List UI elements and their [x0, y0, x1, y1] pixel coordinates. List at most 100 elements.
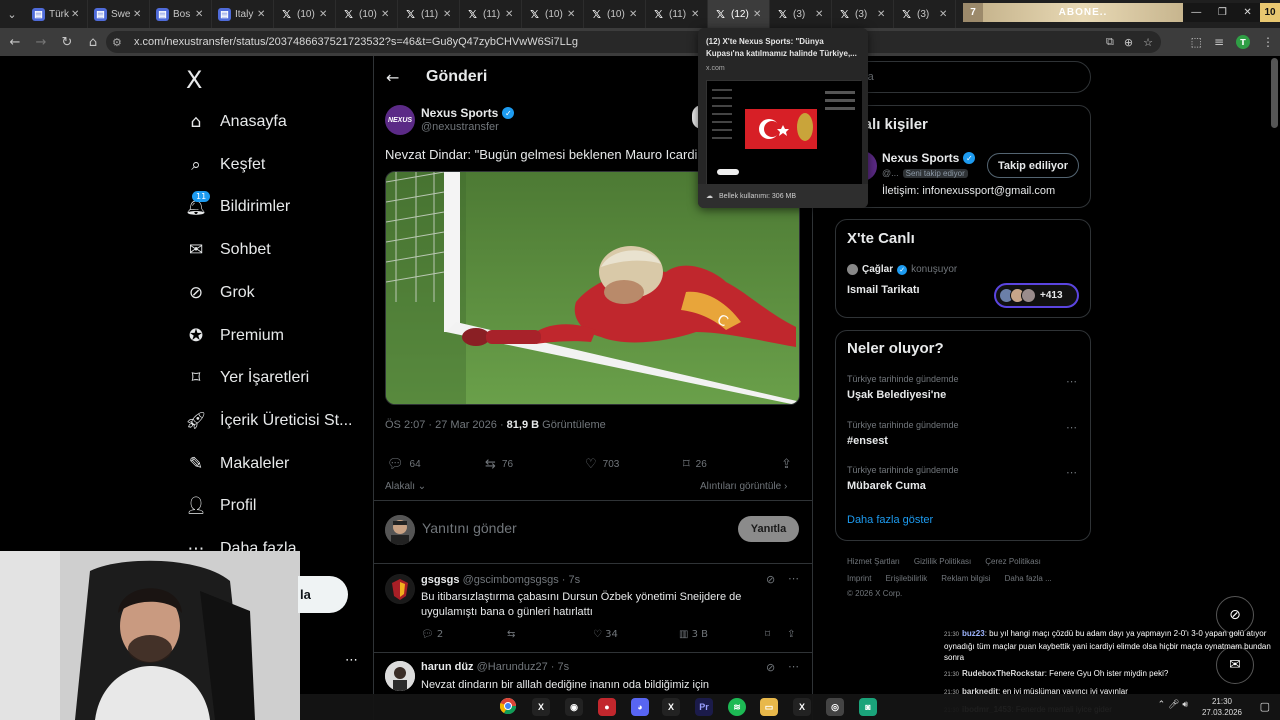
more-options-icon[interactable]: ⋯	[1066, 466, 1077, 479]
reply-input[interactable]: Yanıtını gönder	[422, 520, 517, 536]
close-tab-icon[interactable]: ✕	[319, 9, 331, 20]
browser-tab[interactable]: 𝕏 (11) ✕	[646, 0, 708, 28]
restore-icon[interactable]: ❐	[1218, 7, 1227, 18]
browser-tab[interactable]: ▤ Bos ✕	[150, 0, 212, 28]
premiere-icon[interactable]: Pr	[695, 698, 713, 716]
browser-tab[interactable]: 𝕏 (3) ✕	[770, 0, 832, 28]
close-window-icon[interactable]: ✕	[1243, 7, 1251, 18]
trend-name[interactable]: #ensest	[847, 435, 888, 447]
browser-tab[interactable]: 𝕏 (10) ✕	[584, 0, 646, 28]
browser-tab[interactable]: 𝕏 (12) ✕	[708, 0, 770, 28]
browser-tab[interactable]: ▤ İtaly ✕	[212, 0, 274, 28]
browser-tab[interactable]: 𝕏 (10) ✕	[336, 0, 398, 28]
x-app-icon[interactable]: X	[532, 698, 550, 716]
close-tab-icon[interactable]: ✕	[71, 9, 83, 20]
profile-avatar[interactable]: T	[1236, 35, 1250, 49]
footer-link[interactable]: Gizlilik Politikası	[914, 557, 971, 566]
close-tab-icon[interactable]: ✕	[939, 9, 951, 20]
footer-link[interactable]: Hizmet Şartları	[847, 557, 900, 566]
comment-avatar[interactable]	[385, 574, 415, 604]
install-app-icon[interactable]: ⧉	[1106, 35, 1114, 49]
scrollbar[interactable]	[1271, 58, 1278, 128]
close-tab-icon[interactable]: ✕	[257, 9, 269, 20]
browser-tab[interactable]: 𝕏 (3) ✕	[832, 0, 894, 28]
view-quotes-link[interactable]: Alıntıları görüntüle ›	[700, 481, 787, 492]
home-page-icon[interactable]: ⌂	[82, 31, 104, 53]
author-avatar[interactable]: NEXUS	[385, 105, 415, 135]
following-button[interactable]: Takip ediliyor	[987, 153, 1079, 178]
more-options-icon[interactable]: ⋯	[788, 660, 799, 673]
tray-icons[interactable]: ⌃ 🎤︎ 🔊︎	[1158, 700, 1188, 710]
footer-link[interactable]: Erişilebilirlik	[885, 574, 927, 583]
chrome-icon[interactable]	[500, 698, 516, 714]
chrome-active-icon[interactable]: ◎	[826, 698, 844, 716]
system-clock[interactable]: 21:30 27.03.2026	[1202, 696, 1242, 718]
browser-tab[interactable]: 𝕏 (10) ✕	[522, 0, 584, 28]
app-red-icon[interactable]: ●	[598, 698, 616, 716]
comment-like-action[interactable]: ♡ 34	[593, 629, 618, 640]
sidebar-item-mail[interactable]: ✉ Sohbet	[186, 236, 271, 264]
more-options-icon[interactable]: ⋯	[788, 572, 799, 585]
browser-tab[interactable]: ▤ Türk ✕	[26, 0, 88, 28]
reply-button[interactable]: Yanıtla	[738, 516, 799, 542]
app-green-icon[interactable]: ◙	[859, 698, 877, 716]
sidebar-item-profile[interactable]: 👤︎ Profil	[185, 492, 256, 520]
discord-icon[interactable]: ◕	[631, 698, 649, 716]
repost-action[interactable]: ⇆ 76	[485, 457, 513, 472]
live-host[interactable]: Çağlar ✓ konuşuyor	[847, 264, 957, 275]
footer-link[interactable]: Imprint	[847, 574, 871, 583]
person-name[interactable]: Nexus Sports ✓	[882, 151, 976, 165]
live-topic[interactable]: Ismail Tarikatı	[847, 284, 920, 296]
zoom-icon[interactable]: ⊕	[1124, 36, 1133, 49]
relevance-sort[interactable]: Alakalı ⌄	[385, 481, 426, 492]
close-tab-icon[interactable]: ✕	[877, 9, 889, 20]
comment-avatar[interactable]	[385, 661, 415, 691]
sidebar-item-home[interactable]: ⌂ Anasayfa	[186, 108, 287, 136]
browser-tab[interactable]: 𝕏 (11) ✕	[460, 0, 522, 28]
browser-tab[interactable]: 𝕏 (3) ✕	[894, 0, 956, 28]
footer-link[interactable]: Daha fazla ...	[1005, 574, 1052, 583]
show-more-link[interactable]: Daha fazla göster	[847, 514, 933, 526]
more-options-icon[interactable]: ⋯	[1066, 421, 1077, 434]
back-arrow-icon[interactable]: ←	[386, 68, 399, 87]
sidebar-item-rocket[interactable]: 🚀︎ İçerik Üreticisi St...	[185, 407, 352, 435]
like-action[interactable]: ♡ 703	[585, 457, 619, 472]
close-tab-icon[interactable]: ✕	[753, 9, 765, 20]
more-options-icon[interactable]: ⋯	[1066, 375, 1077, 388]
reading-list-icon[interactable]: ≡	[1214, 35, 1224, 49]
account-more-icon[interactable]: ⋯	[345, 653, 358, 668]
site-info-icon[interactable]: ⚙	[112, 36, 128, 49]
reply-action[interactable]: 💬︎ 64	[387, 457, 421, 472]
comment-repost-icon[interactable]: ⇆	[507, 629, 515, 640]
star-bookmark-icon[interactable]: ☆	[1143, 36, 1153, 49]
close-tab-icon[interactable]: ✕	[133, 9, 145, 20]
search-input[interactable]: ra	[835, 61, 1091, 93]
sidebar-item-search[interactable]: ⌕ Keşfet	[186, 151, 265, 179]
folder-icon[interactable]: ▭	[760, 698, 778, 716]
live-listeners-pill[interactable]: +413	[994, 283, 1079, 308]
x-logo[interactable]: X	[186, 66, 202, 94]
grok-icon[interactable]: ⊘	[766, 661, 775, 674]
bookmark-action[interactable]: ⌑ 26	[683, 457, 707, 472]
grok-icon[interactable]: ⊘	[766, 573, 775, 586]
comment-share-icon[interactable]: ⇪	[787, 629, 795, 640]
comment-views-action[interactable]: ▥ 3 B	[679, 629, 708, 640]
x-app-icon[interactable]: X	[662, 698, 680, 716]
browser-tab[interactable]: 𝕏 (11) ✕	[398, 0, 460, 28]
back-arrow-icon[interactable]: ←	[4, 31, 26, 53]
comment-bookmark-icon[interactable]: ⌑	[765, 629, 770, 640]
post-button[interactable]: la	[298, 576, 348, 613]
close-tab-icon[interactable]: ✕	[691, 9, 703, 20]
address-bar[interactable]: ⚙ x.com/nexustransfer/status/20374866375…	[106, 31, 1161, 53]
close-tab-icon[interactable]: ✕	[381, 9, 393, 20]
forward-arrow-icon[interactable]: →	[30, 31, 52, 53]
sidebar-item-premium[interactable]: ✪ Premium	[186, 322, 284, 350]
sidebar-item-bookmark[interactable]: ⌑ Yer İşaretleri	[186, 364, 310, 392]
extensions-icon[interactable]: ⬚	[1191, 35, 1202, 49]
x-app-icon[interactable]: X	[793, 698, 811, 716]
footer-link[interactable]: Reklam bilgisi	[941, 574, 990, 583]
author-name[interactable]: Nexus Sports ✓	[421, 106, 515, 120]
author-handle[interactable]: @nexustransfer	[421, 121, 499, 133]
reload-icon[interactable]: ↻	[56, 31, 78, 53]
tab-search-button[interactable]: ⌄	[0, 0, 24, 28]
